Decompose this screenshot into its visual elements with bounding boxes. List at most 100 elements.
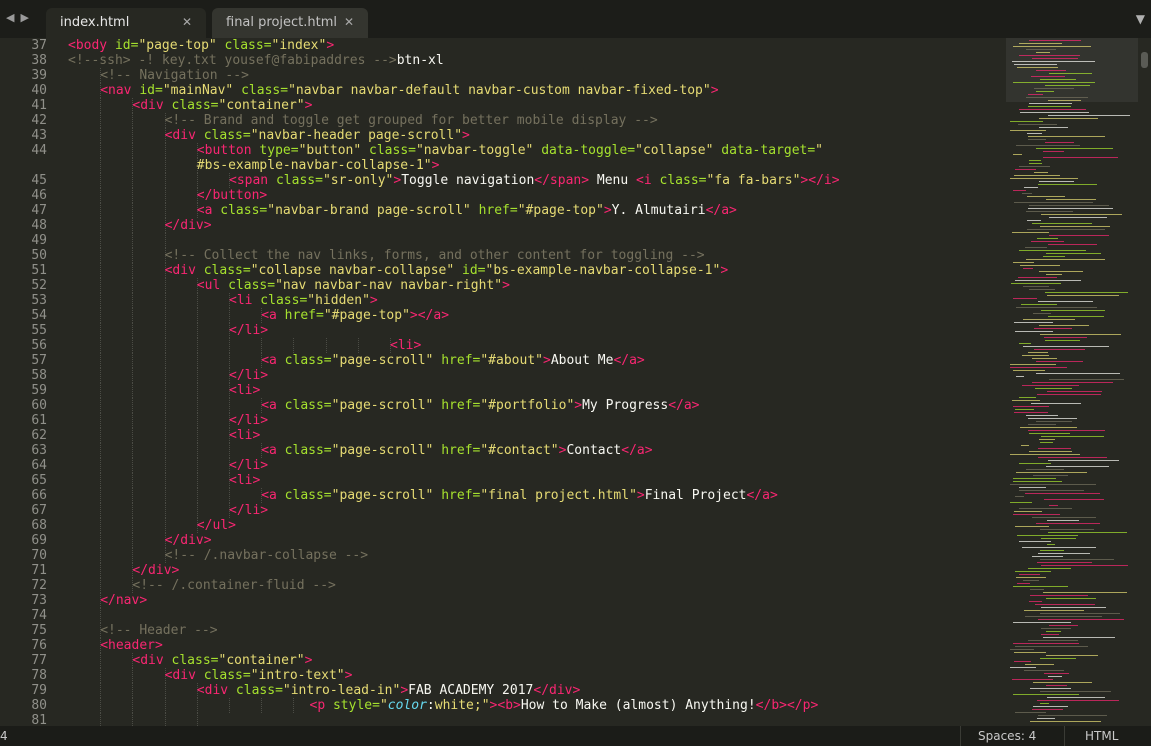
code-line[interactable]: 37 <body id="page-top" class="index"> [0, 38, 1006, 53]
code-line[interactable]: 64 </li> [0, 458, 1006, 473]
code-line[interactable]: 41 <div class="container"> [0, 98, 1006, 113]
indent-guide [100, 338, 102, 353]
indent-guide [100, 668, 102, 683]
code-text: <li> [229, 473, 261, 488]
line-number: 56 [31, 338, 47, 353]
close-icon[interactable]: ✕ [182, 15, 192, 29]
indent-guide [132, 518, 134, 533]
code-line[interactable]: 59 <li> [0, 383, 1006, 398]
code-line[interactable]: 48 </div> [0, 218, 1006, 233]
code-line[interactable]: 73 </nav> [0, 593, 1006, 608]
indent-guide [229, 443, 230, 458]
tab-final-project-html[interactable]: final project.html ✕ [212, 8, 368, 38]
code-line[interactable]: 60 <a class="page-scroll" href="#portfoli… [0, 398, 1006, 413]
code-text: </div> [132, 563, 180, 578]
code-line[interactable]: 46 </button> [0, 188, 1006, 203]
minimap-line [1038, 553, 1090, 554]
code-text: <ul class="nav navbar-nav navbar-right"> [196, 278, 510, 293]
code-line[interactable]: 42 <!-- Brand and toggle get grouped for … [0, 113, 1006, 128]
minimap-line [1032, 556, 1063, 557]
code-line[interactable]: 78 <div class="intro-text"> [0, 668, 1006, 683]
code-line[interactable]: 76 <header> [0, 638, 1006, 653]
code-line[interactable]: 65 <li> [0, 473, 1006, 488]
code-line[interactable]: 57 <a class="page-scroll" href="#about">A… [0, 353, 1006, 368]
minimap-line [1011, 283, 1061, 284]
code-line[interactable]: 39 <!-- Navigation --> [0, 68, 1006, 83]
tab-index-html[interactable]: index.html ✕ [46, 8, 206, 38]
code-line[interactable]: 53 <li class="hidden"> [0, 293, 1006, 308]
code-line[interactable]: 72 <!-- /.container-fluid --> [0, 578, 1006, 593]
code-line[interactable]: 79 <div class="intro-lead-in">FAB ACADEMY… [0, 683, 1006, 698]
code-line[interactable]: 56 <li> [0, 338, 1006, 353]
code-line[interactable]: 80 <p style="color:white;"><b>How to Make… [0, 698, 1006, 713]
minimap-line [1012, 679, 1053, 680]
syntax-selector[interactable]: HTML [1085, 729, 1118, 743]
indent-guide [164, 293, 166, 308]
code-line[interactable]: 49 [0, 233, 1006, 248]
code-line[interactable]: 67 </li> [0, 503, 1006, 518]
code-line[interactable]: 50 <!-- Collect the nav links, forms, and… [0, 248, 1006, 263]
code-line[interactable]: 58 </li> [0, 368, 1006, 383]
code-line[interactable]: 81 [0, 713, 1006, 726]
code-line[interactable]: 63 <a class="page-scroll" href="#contact"… [0, 443, 1006, 458]
code-line[interactable]: 66 <a class="page-scroll" href="final pro… [0, 488, 1006, 503]
chevron-down-icon[interactable]: ▼ [1136, 12, 1145, 26]
code-line[interactable]: 75 <!-- Header --> [0, 623, 1006, 638]
minimap-line [1030, 589, 1044, 590]
indent-guide [132, 338, 134, 353]
minimap-line [1028, 424, 1056, 425]
scrollbar-thumb[interactable] [1141, 52, 1148, 68]
code-line[interactable]: 51 <div class="collapse navbar-collapse" … [0, 263, 1006, 278]
minimap-line [1024, 670, 1064, 671]
line-number: 77 [31, 653, 47, 668]
code-line[interactable]: 74 [0, 608, 1006, 623]
minimap-line [1046, 685, 1067, 686]
forward-arrow-icon[interactable]: ▶ [20, 11, 34, 24]
minimap-line [1024, 610, 1084, 611]
minimap-line [1043, 157, 1118, 158]
indent-guide [196, 473, 198, 488]
minimap[interactable] [1006, 38, 1138, 726]
back-arrow-icon[interactable]: ◀ [6, 11, 20, 24]
line-number: 63 [31, 443, 47, 458]
minimap-line [1045, 85, 1090, 86]
code-text: <div class="collapse navbar-collapse" id… [164, 263, 729, 278]
code-line[interactable]: 38 <!--ssh> -! key.txt yousef@fabipaddres… [0, 53, 1006, 68]
vertical-scrollbar[interactable] [1138, 38, 1151, 726]
minimap-line [1029, 163, 1042, 164]
minimap-viewport[interactable] [1006, 38, 1138, 102]
code-line[interactable]: 40 <nav id="mainNav" class="navbar navbar… [0, 83, 1006, 98]
code-line[interactable]: 47 <a class="navbar-brand page-scroll" hr… [0, 203, 1006, 218]
minimap-line [1046, 466, 1109, 467]
code-editor[interactable]: 37 <body id="page-top" class="index"> 38 <!… [0, 38, 1006, 726]
code-line[interactable]: 61 </li> [0, 413, 1006, 428]
indent-guide [164, 233, 166, 248]
code-line[interactable]: 54 <a href="#page-top"></a> [0, 308, 1006, 323]
tab-bar: ◀▶ index.html ✕ final project.html ✕ ▼ [0, 0, 1151, 38]
minimap-line [1026, 49, 1056, 50]
tab-nav-arrows[interactable]: ◀▶ [6, 11, 35, 24]
code-line[interactable]: 68 </ul> [0, 518, 1006, 533]
code-line[interactable]: 45 <span class="sr-only">Toggle navigatio… [0, 173, 1006, 188]
code-line[interactable]: 71 </div> [0, 563, 1006, 578]
line-number: 66 [31, 488, 47, 503]
code-line[interactable]: 52 <ul class="nav navbar-nav navbar-right… [0, 278, 1006, 293]
code-line[interactable]: 77 <div class="container"> [0, 653, 1006, 668]
indentation-setting[interactable]: Spaces: 4 [978, 729, 1036, 743]
code-line[interactable]: 55 </li> [0, 323, 1006, 338]
indent-guide [132, 188, 134, 203]
minimap-line [1031, 241, 1064, 242]
code-text: </button> [196, 188, 268, 203]
minimap-line [1014, 661, 1031, 662]
code-line[interactable]: 44 <button type="button" class="navbar-to… [0, 143, 1006, 158]
code-line[interactable]: 69 </div> [0, 533, 1006, 548]
close-icon[interactable]: ✕ [344, 15, 354, 29]
code-line[interactable]: 43 <div class="navbar-header page-scroll"… [0, 128, 1006, 143]
code-line[interactable]: #bs-example-navbar-collapse-1"> [0, 158, 1006, 173]
indent-guide [293, 698, 295, 713]
minimap-line [1015, 280, 1081, 281]
code-line[interactable]: 62 <li> [0, 428, 1006, 443]
minimap-line [1036, 70, 1066, 71]
code-line[interactable]: 70 <!-- /.navbar-collapse --> [0, 548, 1006, 563]
indent-guide [196, 338, 198, 353]
